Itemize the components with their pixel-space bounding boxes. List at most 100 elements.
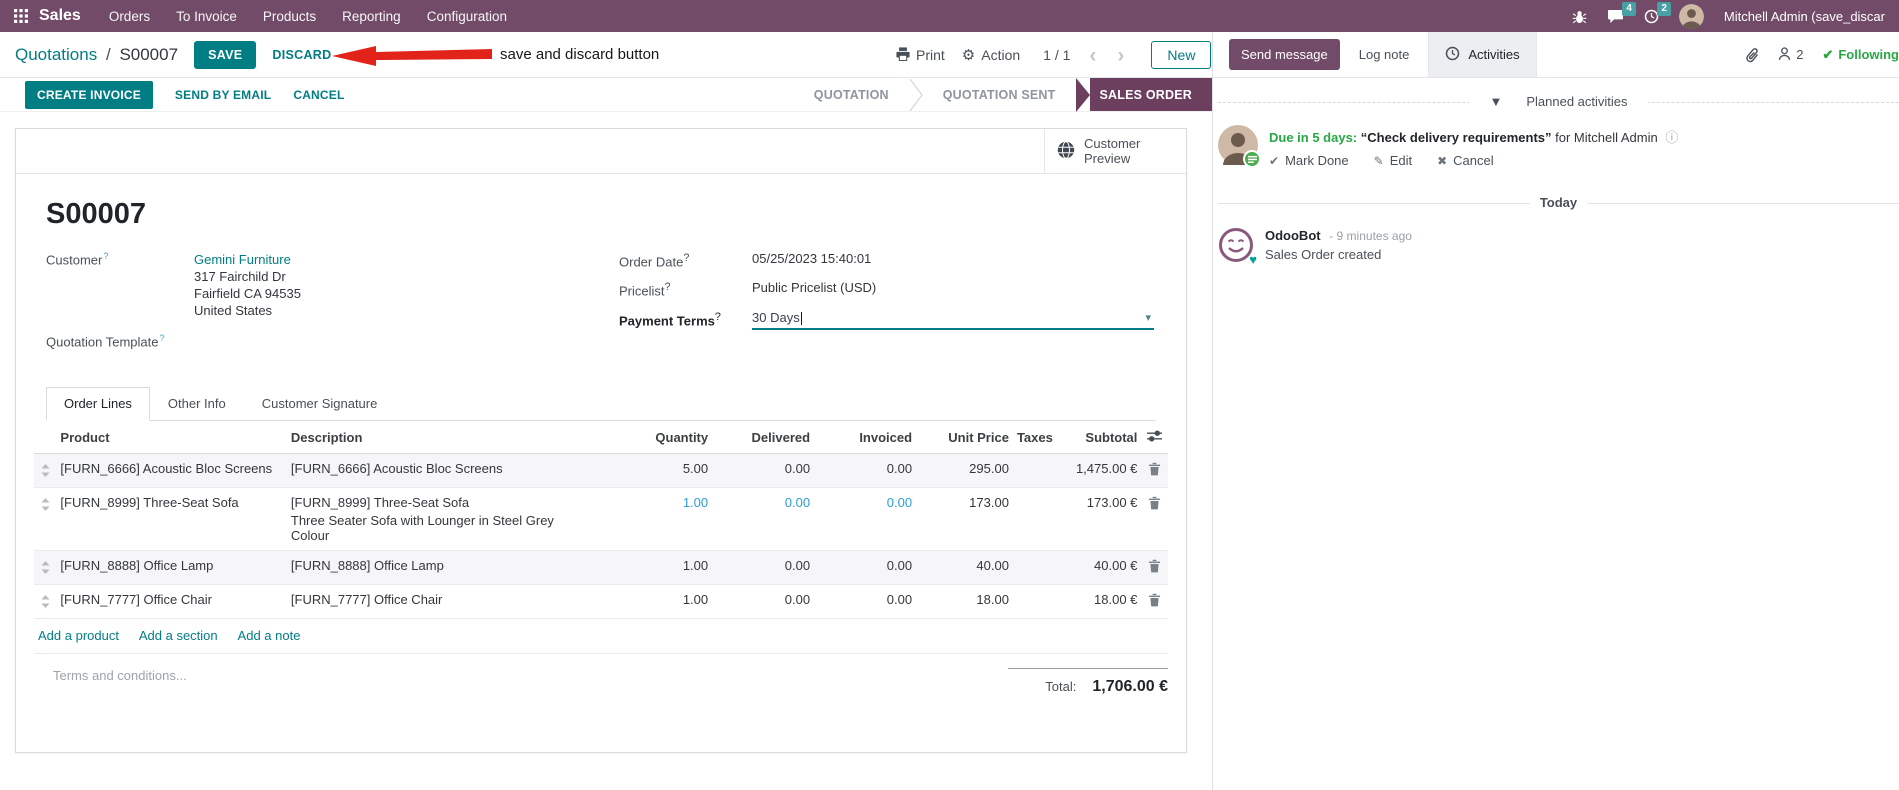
save-button[interactable]: SAVE (194, 40, 257, 69)
messages-icon[interactable]: 4 (1607, 1, 1636, 24)
payment-terms-input[interactable]: 30 Days ▾ (752, 310, 1154, 330)
log-note-button[interactable]: Log note (1359, 47, 1410, 62)
planned-activities-divider[interactable]: ▼ Planned activities (1218, 94, 1899, 109)
cell-description[interactable]: [FURN_7777] Office Chair (286, 584, 585, 620)
drag-handle-icon[interactable] (34, 584, 57, 620)
delete-line-icon[interactable] (1141, 453, 1168, 489)
col-invoiced[interactable]: Invoiced (814, 423, 917, 455)
cell-quantity[interactable]: 1.00 (584, 550, 713, 586)
cell-delivered[interactable]: 0.00 (712, 453, 815, 489)
add-a-product-link[interactable]: Add a product (38, 628, 119, 643)
cell-delivered[interactable]: 0.00 (712, 487, 815, 552)
cell-invoiced[interactable]: 0.00 (814, 584, 917, 620)
cell-product[interactable]: [FURN_6666] Acoustic Bloc Screens (56, 453, 287, 489)
info-icon[interactable]: ⓘ (1665, 130, 1678, 145)
attachments-paperclip-icon[interactable] (1746, 47, 1759, 63)
stage-quotation-sent[interactable]: QUOTATION SENT (923, 78, 1076, 111)
menu-to-invoice[interactable]: To Invoice (176, 9, 237, 24)
col-product[interactable]: Product (56, 423, 287, 455)
cell-delivered[interactable]: 0.00 (712, 584, 815, 620)
create-invoice-button[interactable]: CREATE INVOICE (25, 80, 153, 109)
cell-delivered[interactable]: 0.00 (712, 550, 815, 586)
drag-handle-icon[interactable] (34, 550, 57, 586)
cancel-order-button[interactable]: CANCEL (293, 88, 344, 102)
cell-product[interactable]: [FURN_8888] Office Lamp (56, 550, 287, 586)
mark-done-button[interactable]: ✔ Mark Done (1269, 153, 1349, 168)
drag-handle-icon[interactable] (34, 487, 57, 552)
delete-line-icon[interactable] (1141, 584, 1168, 620)
print-button[interactable]: Print (896, 46, 945, 64)
activities-tab[interactable]: Activities (1429, 32, 1537, 77)
menu-orders[interactable]: Orders (109, 9, 150, 24)
dropdown-caret-icon[interactable]: ▾ (1145, 311, 1151, 324)
discard-button[interactable]: DISCARD (272, 48, 331, 62)
tab-other-info[interactable]: Other Info (150, 387, 244, 420)
cell-unit-price[interactable]: 295.00 (916, 453, 1013, 489)
col-taxes[interactable]: Taxes (1012, 423, 1059, 455)
apps-grid-icon[interactable] (14, 9, 28, 23)
order-line-row[interactable]: [FURN_7777] Office Chair [FURN_7777] Off… (34, 584, 1168, 620)
send-by-email-button[interactable]: SEND BY EMAIL (175, 88, 271, 102)
cell-taxes[interactable] (1012, 550, 1059, 586)
action-menu-button[interactable]: ⚙ Action (962, 47, 1020, 63)
terms-placeholder[interactable]: Terms and conditions... (34, 668, 187, 683)
add-a-note-link[interactable]: Add a note (238, 628, 301, 643)
menu-configuration[interactable]: Configuration (427, 9, 507, 24)
delete-line-icon[interactable] (1141, 487, 1168, 552)
col-delivered[interactable]: Delivered (712, 423, 815, 455)
send-message-button[interactable]: Send message (1229, 39, 1340, 70)
cell-unit-price[interactable]: 173.00 (916, 487, 1013, 552)
user-avatar[interactable] (1678, 3, 1704, 29)
cell-description[interactable]: [FURN_8999] Three-Seat Sofa Three Seater… (286, 487, 585, 552)
cell-quantity[interactable]: 1.00 (584, 584, 713, 620)
col-unit-price[interactable]: Unit Price (916, 423, 1013, 455)
activities-clock-icon[interactable]: 2 (1644, 1, 1671, 24)
col-quantity[interactable]: Quantity (584, 423, 713, 455)
new-button[interactable]: New (1151, 41, 1212, 69)
tab-customer-signature[interactable]: Customer Signature (244, 387, 396, 420)
cell-quantity[interactable]: 5.00 (584, 453, 713, 489)
delete-line-icon[interactable] (1141, 550, 1168, 586)
app-name[interactable]: Sales (39, 7, 81, 25)
cell-taxes[interactable] (1012, 487, 1059, 552)
breadcrumb-quotations[interactable]: Quotations (15, 45, 97, 64)
stage-quotation[interactable]: QUOTATION (794, 78, 909, 111)
cell-product[interactable]: [FURN_8999] Three-Seat Sofa (56, 487, 287, 552)
order-date-field[interactable]: 05/25/2023 15:40:01 (752, 251, 871, 266)
menu-reporting[interactable]: Reporting (342, 9, 401, 24)
col-subtotal[interactable]: Subtotal (1058, 423, 1142, 455)
pricelist-field[interactable]: Public Pricelist (USD) (752, 280, 876, 295)
following-button[interactable]: ✔ Following (1822, 47, 1899, 63)
order-line-row[interactable]: [FURN_6666] Acoustic Bloc Screens [FURN_… (34, 453, 1168, 489)
customer-link[interactable]: Gemini Furniture (194, 251, 301, 268)
debug-bug-icon[interactable] (1572, 9, 1587, 24)
cell-invoiced[interactable]: 0.00 (814, 487, 917, 552)
pager-previous-icon[interactable]: ‹ (1087, 45, 1098, 66)
edit-activity-button[interactable]: ✎ Edit (1374, 153, 1412, 168)
cell-taxes[interactable] (1012, 453, 1059, 489)
col-description[interactable]: Description (286, 423, 585, 455)
stage-sales-order[interactable]: SALES ORDER (1089, 78, 1212, 111)
message-author[interactable]: OdooBot (1265, 228, 1321, 243)
cell-taxes[interactable] (1012, 584, 1059, 620)
cell-quantity[interactable]: 1.00 (584, 487, 713, 552)
cancel-activity-button[interactable]: ✖ Cancel (1437, 153, 1494, 168)
order-line-row[interactable]: [FURN_8999] Three-Seat Sofa [FURN_8999] … (34, 487, 1168, 552)
cell-unit-price[interactable]: 18.00 (916, 584, 1013, 620)
cell-unit-price[interactable]: 40.00 (916, 550, 1013, 586)
drag-handle-icon[interactable] (34, 453, 57, 489)
add-a-section-link[interactable]: Add a section (139, 628, 218, 643)
followers-button[interactable]: 2 (1778, 46, 1803, 64)
cell-description[interactable]: [FURN_6666] Acoustic Bloc Screens (286, 453, 585, 489)
customer-preview-button[interactable]: Customer Preview (1044, 129, 1186, 174)
cell-invoiced[interactable]: 0.00 (814, 550, 917, 586)
cell-product[interactable]: [FURN_7777] Office Chair (56, 584, 287, 620)
menu-products[interactable]: Products (263, 9, 316, 24)
tab-order-lines[interactable]: Order Lines (46, 387, 150, 422)
order-line-row[interactable]: [FURN_8888] Office Lamp [FURN_8888] Offi… (34, 550, 1168, 586)
optional-columns-icon[interactable] (1141, 423, 1168, 455)
cell-invoiced[interactable]: 0.00 (814, 453, 917, 489)
cell-description[interactable]: [FURN_8888] Office Lamp (286, 550, 585, 586)
user-menu[interactable]: Mitchell Admin (save_discar (1724, 9, 1885, 24)
pager-next-icon[interactable]: › (1115, 45, 1126, 66)
